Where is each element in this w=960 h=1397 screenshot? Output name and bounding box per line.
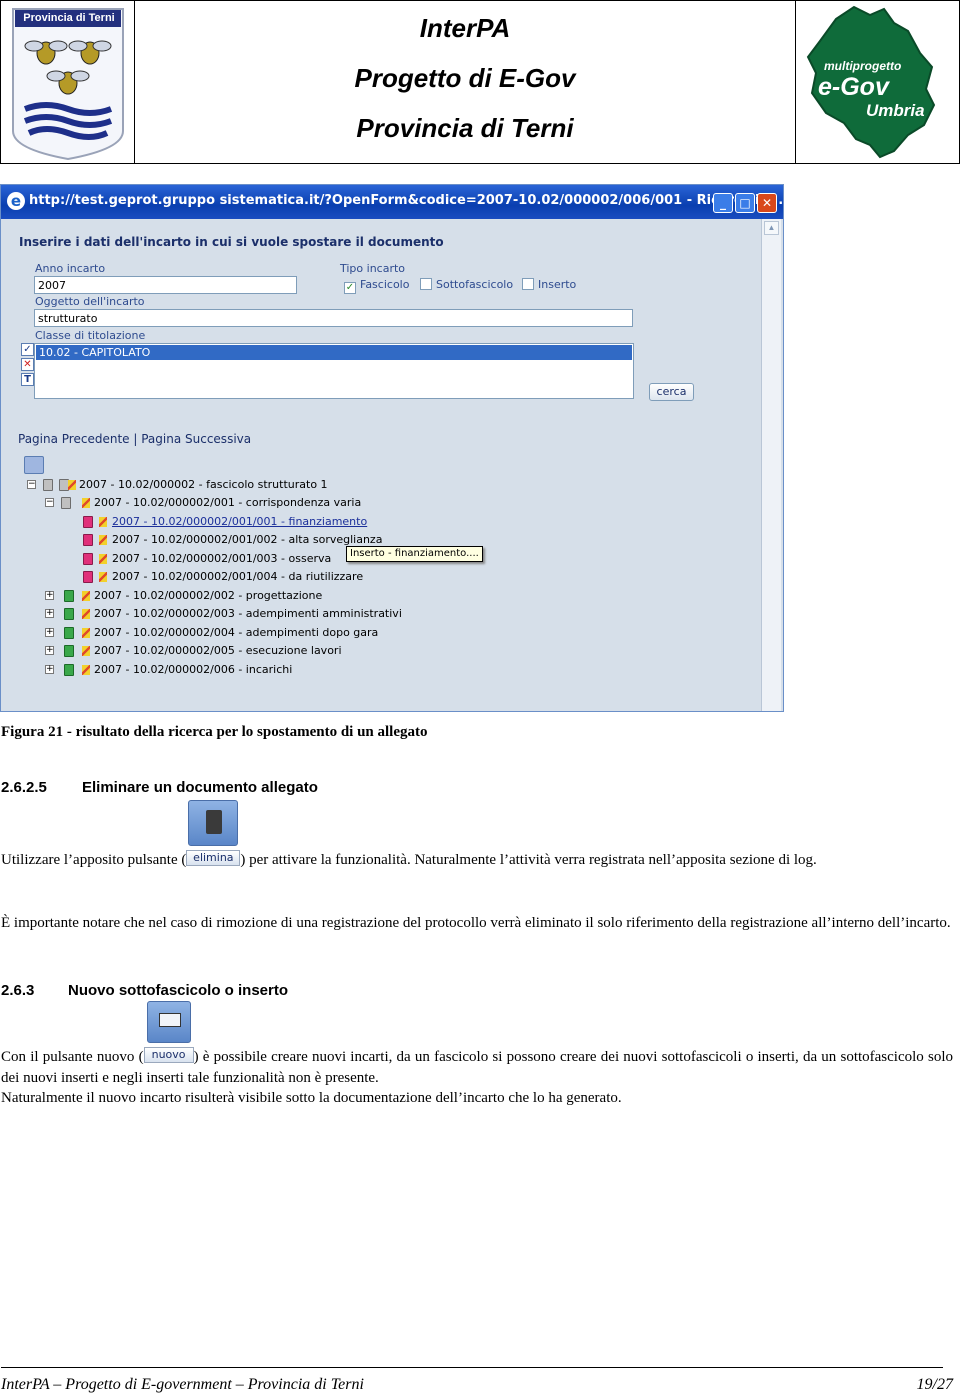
nuovo-label: nuovo <box>143 1047 194 1063</box>
close-button[interactable]: ✕ <box>757 193 777 213</box>
footer-text: InterPA – Progetto di E-government – Pro… <box>1 1376 364 1393</box>
expand-icon[interactable]: + <box>45 609 54 618</box>
scroll-up-icon[interactable]: ▲ <box>764 221 779 235</box>
oggetto-input[interactable]: strutturato <box>34 309 633 327</box>
classe-listbox[interactable]: 10.02 - CAPITOLATO <box>34 343 634 399</box>
footer-rule <box>1 1367 943 1368</box>
checkbox-checked-icon[interactable]: ✓ <box>344 282 356 294</box>
inserto-book-icon <box>83 516 93 528</box>
folder-tree: − 2007 - 10.02/000002 - fascicolo strutt… <box>27 478 402 676</box>
egov-umbria-logo-cell: multiprogetto e-Gov Umbria <box>795 1 959 163</box>
logo-label: Provincia di Terni <box>23 12 115 24</box>
document-header: Provincia di Terni InterPA Progetto di E… <box>0 0 960 164</box>
checkbox-inserto[interactable]: Inserto <box>522 278 576 291</box>
tree-root-icon[interactable] <box>24 456 44 474</box>
pencil-icon[interactable] <box>82 628 90 638</box>
pager-separator: | <box>133 432 138 446</box>
minimize-button[interactable]: _ <box>713 193 733 213</box>
expand-icon[interactable]: + <box>45 591 54 600</box>
checkbox-fascicolo[interactable]: ✓ Fascicolo <box>344 278 409 294</box>
pencil-icon[interactable] <box>99 572 107 582</box>
form-title: Inserire i dati dell'incarto in cui si v… <box>19 235 444 249</box>
header-title-interpa: InterPA <box>419 13 511 43</box>
tooltip: Inserto - finanziamento.... <box>346 546 483 562</box>
anno-label: Anno incarto <box>35 262 106 275</box>
section-number: 2.6.2.5 <box>1 779 47 796</box>
paragraph: Naturalmente il nuovo incarto risulterà … <box>1 1090 622 1106</box>
classe-label: Classe di titolazione <box>35 329 146 342</box>
text-tool-icon[interactable]: T <box>21 373 34 386</box>
expand-icon[interactable]: + <box>45 646 54 655</box>
logo-umbria: Umbria <box>866 101 925 120</box>
sottofascicolo-book-icon <box>64 645 74 657</box>
checkbox-empty-icon[interactable] <box>522 278 534 290</box>
pencil-icon[interactable] <box>99 535 107 545</box>
elimina-label: elimina <box>186 850 241 866</box>
sottofascicolo-book-icon <box>64 590 74 602</box>
pencil-icon[interactable] <box>82 591 90 601</box>
pencil-icon[interactable] <box>99 554 107 564</box>
delete-tool-icon[interactable]: ✕ <box>21 358 34 371</box>
paragraph: Utilizzare l’apposito pulsante (elimina)… <box>1 800 953 871</box>
section-number: 2.6.3 <box>1 982 35 999</box>
provincia-terni-logo-cell: Provincia di Terni <box>1 1 135 163</box>
header-title-province: Provincia di Terni <box>356 113 574 143</box>
logo-multiprogetto: multiprogetto <box>824 59 902 73</box>
cerca-button[interactable]: cerca <box>649 383 694 401</box>
inserto-book-icon <box>83 553 93 565</box>
elimina-button-image: elimina <box>186 800 241 868</box>
section-title: Eliminare un documento allegato <box>82 779 318 796</box>
pencil-icon[interactable] <box>68 480 76 490</box>
pager: Pagina Precedente | Pagina Successiva <box>18 432 251 446</box>
section-title: Nuovo sottofascicolo o inserto <box>68 982 289 999</box>
browser-window-screenshot: e http://test.geprot.gruppo sistematica.… <box>0 184 784 712</box>
vertical-scrollbar[interactable]: ▲ <box>761 219 781 711</box>
pager-next-link[interactable]: Pagina Successiva <box>141 432 251 446</box>
ie-icon: e <box>7 192 25 210</box>
open-folder-icon <box>146 1001 191 1043</box>
inserto-book-icon <box>83 571 93 583</box>
collapse-icon[interactable]: − <box>45 498 54 507</box>
classe-selected-item[interactable]: 10.02 - CAPITOLATO <box>36 345 632 360</box>
tipo-label: Tipo incarto <box>340 262 406 275</box>
sottofascicolo-book-icon <box>64 608 74 620</box>
fascicolo-gear-icon <box>43 479 53 491</box>
sottofascicolo-book-icon <box>64 627 74 639</box>
nuovo-button-image: nuovo <box>143 1001 194 1065</box>
pencil-icon[interactable] <box>82 609 90 619</box>
oggetto-label: Oggetto dell'incarto <box>35 295 145 308</box>
header-title-project: Progetto di E-Gov <box>354 63 576 93</box>
provincia-terni-logo <box>12 8 124 161</box>
expand-icon[interactable]: + <box>45 628 54 637</box>
paragraph: Con il pulsante nuovo (nuovo) è possibil… <box>1 1001 953 1089</box>
paragraph: È importante notare che nel caso di rimo… <box>1 915 951 931</box>
checkbox-empty-icon[interactable] <box>420 278 432 290</box>
page-number: 19/27 <box>916 1376 953 1393</box>
check-tool-icon[interactable]: ✓ <box>21 343 34 356</box>
pencil-icon[interactable] <box>82 498 90 508</box>
checkbox-sottofascicolo[interactable]: Sottofascicolo <box>420 278 513 291</box>
pencil-icon[interactable] <box>99 517 107 527</box>
inserto-book-icon <box>83 534 93 546</box>
logo-egov: e-Gov <box>818 73 889 101</box>
expand-icon[interactable]: + <box>45 665 54 674</box>
collapse-icon[interactable]: − <box>27 480 36 489</box>
browser-titlebar: e http://test.geprot.gruppo sistematica.… <box>1 185 783 219</box>
figure-caption: Figura 21 - risultato della ricerca per … <box>1 724 428 740</box>
pencil-icon[interactable] <box>82 665 90 675</box>
pencil-icon[interactable] <box>82 646 90 656</box>
anno-input[interactable]: 2007 <box>34 276 297 294</box>
maximize-button[interactable]: □ <box>735 193 755 213</box>
sottofascicolo-gear-icon <box>61 497 71 509</box>
trash-icon <box>188 800 239 846</box>
sottofascicolo-book-icon <box>64 664 74 676</box>
pager-prev-link[interactable]: Pagina Precedente <box>18 432 130 446</box>
browser-title-url: http://test.geprot.gruppo sistematica.it… <box>29 193 784 208</box>
page-footer: InterPA – Progetto di E-government – Pro… <box>1 1376 953 1394</box>
